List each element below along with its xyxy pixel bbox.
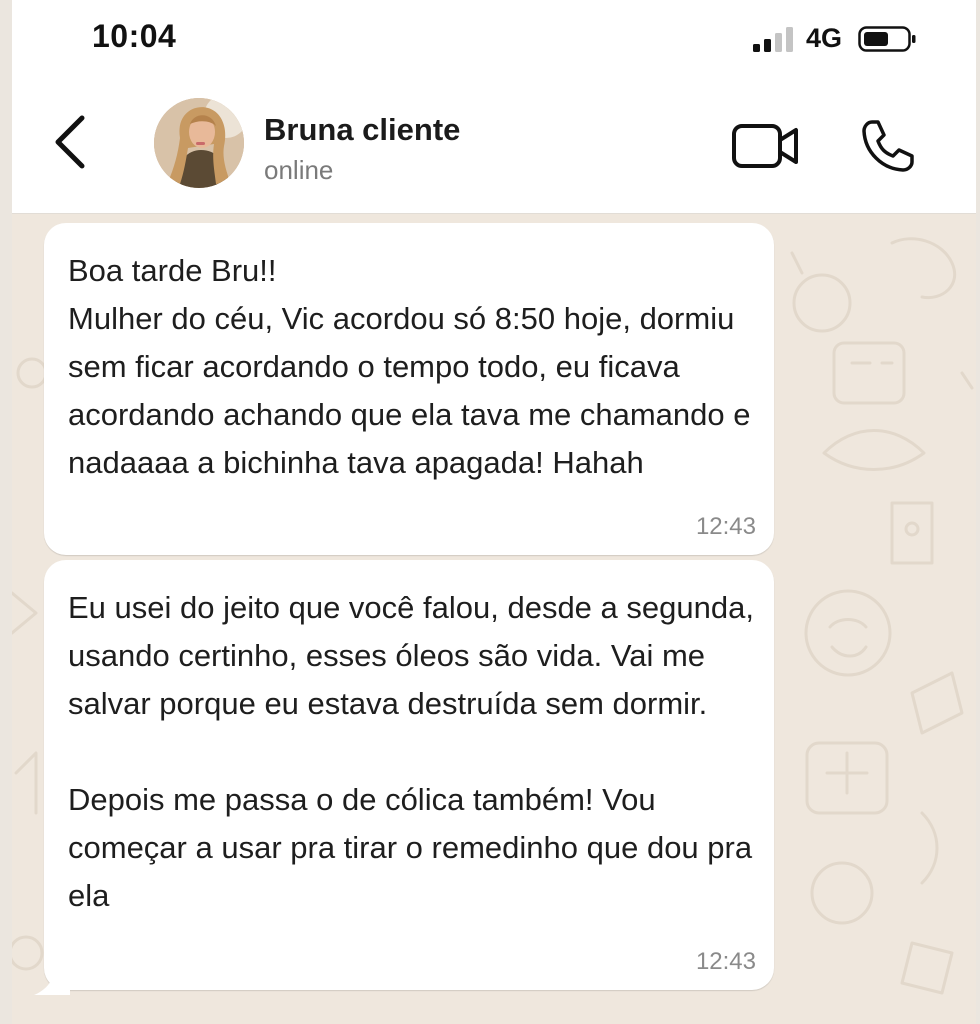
message-area[interactable]: Boa tarde Bru!! Mulher do céu, Vic acord… xyxy=(12,213,976,1024)
phone-icon[interactable] xyxy=(858,116,918,176)
status-time: 10:04 xyxy=(92,18,177,54)
signal-strength-icon xyxy=(753,27,793,52)
contact-name[interactable]: Bruna cliente xyxy=(264,112,460,148)
bubble-tail-icon xyxy=(34,973,70,995)
back-chevron-icon[interactable] xyxy=(46,112,94,172)
contact-avatar[interactable] xyxy=(154,98,244,188)
chat-screen: 10:04 4G Bruna cliente online Boa tarde … xyxy=(12,0,976,1024)
avatar-photo-icon xyxy=(154,98,244,188)
screenshot-edge-left xyxy=(0,0,12,1024)
battery-icon xyxy=(858,26,916,52)
message-bubble[interactable]: Boa tarde Bru!! Mulher do céu, Vic acord… xyxy=(44,223,774,555)
video-camera-icon[interactable] xyxy=(730,120,802,172)
chat-header: Bruna cliente online xyxy=(12,82,976,214)
contact-presence: online xyxy=(264,155,334,185)
message-bubble[interactable]: Eu usei do jeito que você falou, desde a… xyxy=(44,560,774,990)
message-text: Eu usei do jeito que você falou, desde a… xyxy=(68,590,754,913)
status-bar: 10:04 4G xyxy=(12,0,976,82)
message-text: Boa tarde Bru!! Mulher do céu, Vic acord… xyxy=(68,253,751,480)
screenshot-edge-right xyxy=(976,0,980,1024)
message-timestamp: 12:43 xyxy=(695,948,756,975)
network-type: 4G xyxy=(806,23,843,53)
message-timestamp: 12:43 xyxy=(695,513,756,540)
